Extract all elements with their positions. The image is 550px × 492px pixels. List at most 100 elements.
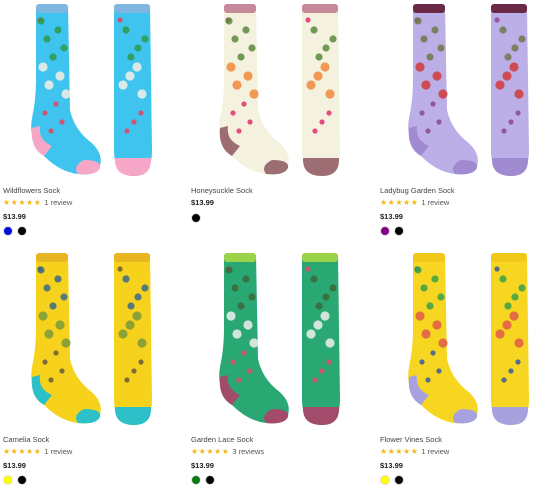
color-swatch[interactable] [191,475,201,485]
review-count[interactable]: 3 reviews [232,447,264,456]
flower-motif [511,293,519,301]
flower-motif [124,377,130,383]
color-swatch[interactable] [191,213,201,223]
sock-body [302,6,340,176]
flower-motif [502,320,512,330]
flower-motif [48,377,54,383]
product-name[interactable]: Wildflowers Sock [3,186,60,195]
product-card[interactable]: Ladybug Garden Sock ★★★★★ 1 review $13.99 [377,0,547,236]
flower-motif [509,311,519,321]
product-image[interactable] [0,0,170,180]
flower-motif [420,35,428,43]
flower-motif [415,311,425,321]
color-swatch[interactable] [394,475,404,485]
sock-cuff [36,4,68,13]
sock-body [114,6,152,176]
sock-cuff [413,4,445,13]
review-count[interactable]: 1 review [421,447,449,456]
product-name[interactable]: Camelia Sock [3,435,49,444]
flower-motif [511,44,519,52]
flower-motif [226,62,236,72]
color-swatches [3,226,27,237]
product-rating[interactable]: ★★★★★ 1 review [3,447,72,456]
product-image[interactable] [377,0,547,180]
flower-motif [42,110,48,116]
sock-body [114,255,152,425]
product-card[interactable]: Wildflowers Sock ★★★★★ 1 review $13.99 [0,0,170,236]
flower-motif [432,320,442,330]
color-swatch[interactable] [205,475,215,485]
color-swatch[interactable] [380,475,390,485]
flower-motif [326,110,332,116]
flower-motif [425,377,431,383]
flower-motif [236,377,242,383]
color-swatch[interactable] [17,475,27,485]
color-swatch[interactable] [394,226,404,236]
review-count[interactable]: 1 review [44,447,72,456]
flower-motif [231,284,239,292]
color-swatch[interactable] [380,226,390,236]
flower-motif [125,71,135,81]
star-rating-icon: ★★★★★ [3,198,42,207]
flower-motif [122,275,130,283]
color-swatch[interactable] [17,226,27,236]
product-card[interactable]: Flower Vines Sock ★★★★★ 1 review $13.99 [377,249,547,485]
product-rating[interactable]: ★★★★★ 1 review [3,198,72,207]
flower-motif [44,329,54,339]
product-rating[interactable]: ★★★★★ 1 review [380,198,449,207]
flower-motif [241,101,247,107]
flower-motif [312,377,318,383]
flower-motif [501,377,507,383]
flower-motif [326,359,332,365]
flower-motif [322,44,330,52]
product-card[interactable]: Camelia Sock ★★★★★ 1 review $13.99 [0,249,170,485]
sock-cuff [36,253,68,262]
flower-motif [138,110,144,116]
review-count[interactable]: 1 review [421,198,449,207]
flower-motif [306,329,316,339]
product-name[interactable]: Honeysuckle Sock [191,186,253,195]
flower-motif [310,26,318,34]
flower-motif [319,368,325,374]
flower-motif [436,119,442,125]
product-image[interactable] [188,0,358,180]
flower-motif [44,80,54,90]
product-card[interactable]: Honeysuckle Sock $13.99 [188,0,358,230]
flower-motif [55,71,65,81]
product-name[interactable]: Ladybug Garden Sock [380,186,455,195]
product-rating[interactable]: ★★★★★ 1 review [380,447,449,456]
flower-motif [247,368,253,374]
product-name[interactable]: Flower Vines Sock [380,435,442,444]
flower-motif [242,26,250,34]
product-image[interactable] [188,249,358,429]
flower-motif [432,71,442,81]
product-rating[interactable]: ★★★★★ 3 reviews [191,447,264,456]
sock-cuff [413,253,445,262]
product-image[interactable] [377,249,547,429]
flower-motif [127,302,135,310]
flower-motif [137,338,147,348]
product-card[interactable]: Garden Lace Sock ★★★★★ 3 reviews $13.99 [188,249,358,485]
sock-body [491,255,529,425]
flower-motif [431,26,439,34]
flower-motif [499,275,507,283]
review-count[interactable]: 1 review [44,198,72,207]
flower-motif [325,338,335,348]
flower-motif [232,80,242,90]
color-swatches [3,475,27,486]
color-swatch[interactable] [3,226,13,236]
flower-motif [494,266,500,272]
flower-motif [248,44,256,52]
sock-cuff [224,253,256,262]
sock-cuff [114,253,150,262]
product-image[interactable] [0,249,170,429]
flower-motif [55,320,65,330]
color-swatch[interactable] [3,475,13,485]
product-name[interactable]: Garden Lace Sock [191,435,253,444]
sock-heel [491,407,529,425]
flower-motif [247,119,253,125]
flower-motif [59,119,65,125]
flower-motif [48,128,54,134]
flower-motif [141,35,149,43]
flower-motif [38,311,48,321]
